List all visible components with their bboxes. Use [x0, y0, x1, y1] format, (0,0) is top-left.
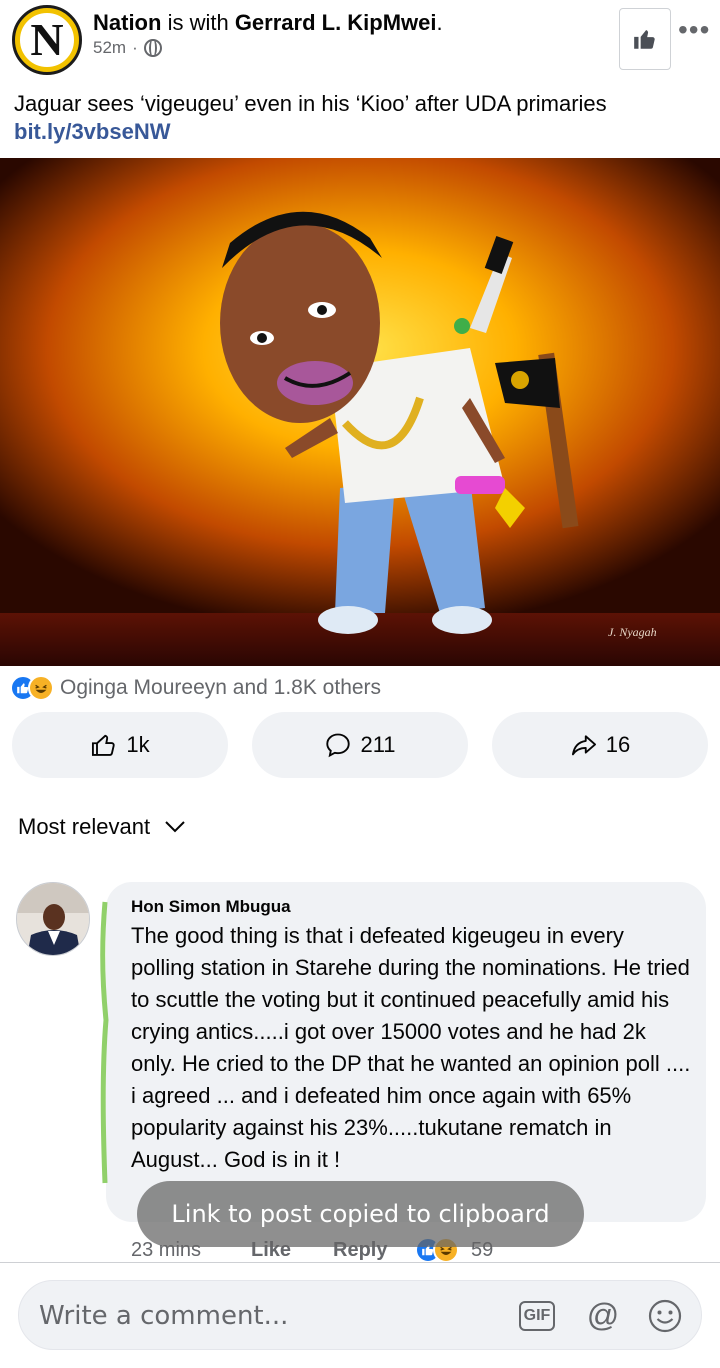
- sort-label: Most relevant: [18, 814, 151, 839]
- like-button[interactable]: 1k: [12, 712, 228, 778]
- page-logo-letter: N: [30, 14, 64, 65]
- post-title: Nation is with Gerrard L. KipMwei.: [93, 10, 443, 35]
- globe-icon: [143, 39, 162, 57]
- artist-signature: J. Nyagah: [608, 625, 657, 639]
- avatar-photo: [17, 883, 89, 955]
- post-header: N Nation is with Gerrard L. KipMwei. 52m…: [0, 0, 720, 86]
- like-count: 1k: [126, 732, 150, 757]
- composer-divider: [0, 1262, 720, 1263]
- comment-sort-dropdown[interactable]: Most relevant: [18, 814, 186, 840]
- post-meta: 52m ·: [93, 38, 162, 58]
- chevron-down-icon: [165, 821, 185, 833]
- nation-page-avatar[interactable]: N: [12, 5, 82, 75]
- thumbs-up-outline-icon: [92, 734, 116, 756]
- gif-button[interactable]: GIF: [519, 1301, 555, 1331]
- post-caption: Jaguar sees ‘vigeugeu’ even in his ‘Kioo…: [14, 91, 607, 144]
- share-button[interactable]: 16: [492, 712, 708, 778]
- caption-link[interactable]: bit.ly/3vbseNW: [14, 119, 170, 144]
- post-image[interactable]: J. Nyagah: [0, 158, 720, 666]
- mention-button[interactable]: @: [585, 1297, 621, 1333]
- comment-text: The good thing is that i defeated kigeug…: [131, 923, 691, 1172]
- comment-composer: GIF @: [18, 1280, 702, 1350]
- tagged-person-link[interactable]: Gerrard L. KipMwei: [235, 10, 437, 35]
- comment-author[interactable]: Hon Simon Mbugua: [131, 897, 291, 917]
- like-page-button[interactable]: [619, 8, 671, 70]
- reactions-summary[interactable]: Oginga Moureeyn and 1.8K others: [10, 674, 381, 702]
- comment-count: 211: [360, 732, 396, 757]
- caricature-illustration: J. Nyagah: [0, 158, 720, 666]
- green-highlight-mark: [100, 901, 109, 1184]
- more-options-button[interactable]: •••: [678, 16, 710, 44]
- comment-bubble-icon: [326, 733, 351, 758]
- haha-reaction-icon: [28, 675, 54, 701]
- reactions-summary-text: Oginga Moureeyn and 1.8K others: [60, 676, 382, 699]
- post-time[interactable]: 52m: [93, 38, 126, 58]
- comment-input[interactable]: [39, 1295, 509, 1337]
- share-arrow-icon: [571, 735, 596, 756]
- page-name-link[interactable]: Nation: [93, 10, 161, 35]
- clipboard-toast: Link to post copied to clipboard: [137, 1181, 584, 1247]
- title-connector: is with: [161, 10, 235, 35]
- commenter-avatar[interactable]: [16, 882, 90, 956]
- emoji-icon[interactable]: [647, 1298, 683, 1334]
- share-count: 16: [605, 732, 631, 757]
- comment-button[interactable]: 211: [252, 712, 468, 778]
- thumbs-up-icon: [634, 30, 655, 49]
